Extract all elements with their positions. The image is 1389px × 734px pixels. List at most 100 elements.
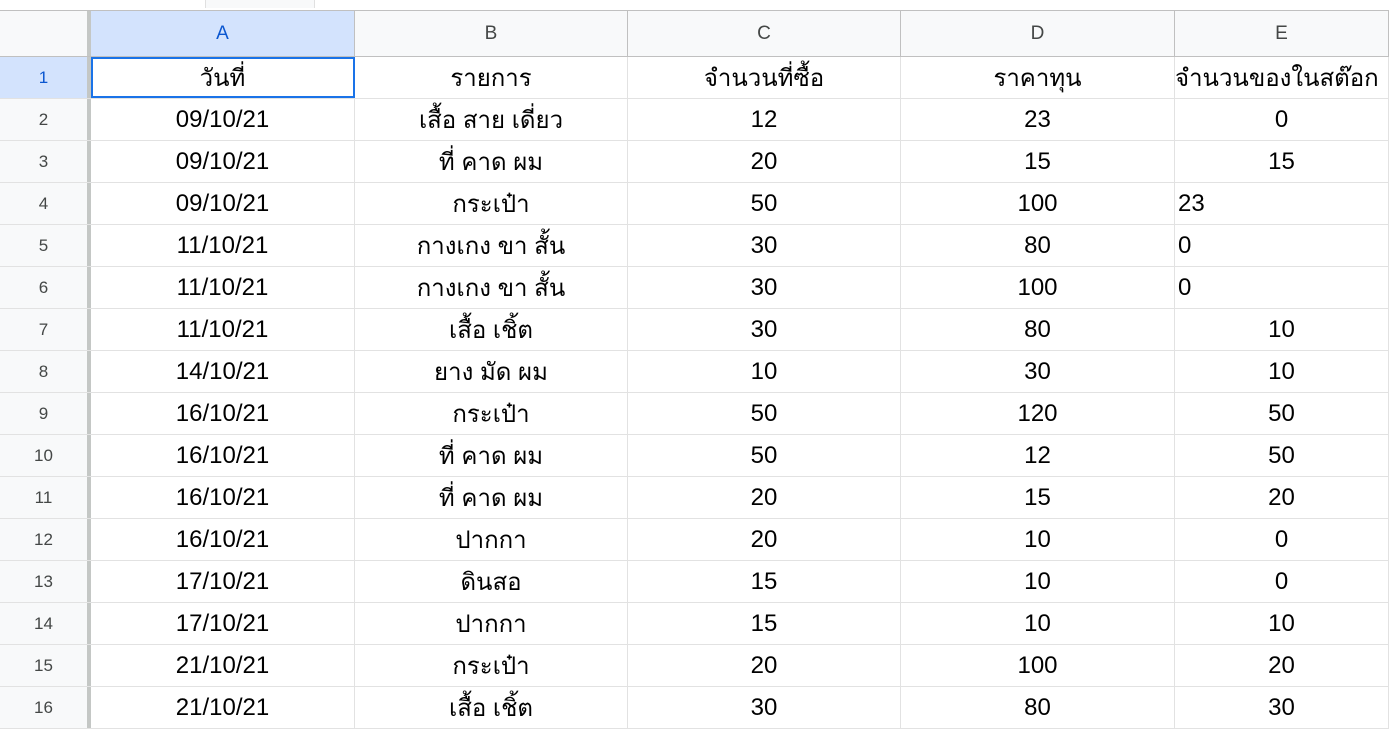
cell-b5[interactable]: กางเกง ขา สั้น <box>355 225 628 266</box>
row-header[interactable]: 9 <box>0 393 91 434</box>
cell-d16[interactable]: 80 <box>901 687 1175 728</box>
cell-c9[interactable]: 50 <box>628 393 901 434</box>
cell-d5[interactable]: 80 <box>901 225 1175 266</box>
cell-c14[interactable]: 15 <box>628 603 901 644</box>
cell-e10[interactable]: 50 <box>1175 435 1389 476</box>
cell-e3[interactable]: 15 <box>1175 141 1389 182</box>
cell-a6[interactable]: 11/10/21 <box>91 267 355 308</box>
cell-e5[interactable]: 0 <box>1175 225 1389 266</box>
cell-d15[interactable]: 100 <box>901 645 1175 686</box>
cell-a2[interactable]: 09/10/21 <box>91 99 355 140</box>
row-header[interactable]: 8 <box>0 351 91 392</box>
cell-e4[interactable]: 23 <box>1175 183 1389 224</box>
cell-d10[interactable]: 12 <box>901 435 1175 476</box>
row-header[interactable]: 7 <box>0 309 91 350</box>
cell-b15[interactable]: กระเป๋า <box>355 645 628 686</box>
cell-d4[interactable]: 100 <box>901 183 1175 224</box>
cell-c4[interactable]: 50 <box>628 183 901 224</box>
cell-c6[interactable]: 30 <box>628 267 901 308</box>
cell-e9[interactable]: 50 <box>1175 393 1389 434</box>
cell-a10[interactable]: 16/10/21 <box>91 435 355 476</box>
cell-e12[interactable]: 0 <box>1175 519 1389 560</box>
cell-e8[interactable]: 10 <box>1175 351 1389 392</box>
cell-e15[interactable]: 20 <box>1175 645 1389 686</box>
cell-e2[interactable]: 0 <box>1175 99 1389 140</box>
cell-a7[interactable]: 11/10/21 <box>91 309 355 350</box>
column-header-a[interactable]: A <box>91 11 355 56</box>
cell-a8[interactable]: 14/10/21 <box>91 351 355 392</box>
cell-e13[interactable]: 0 <box>1175 561 1389 602</box>
cell-b16[interactable]: เสื้อ เชิ้ต <box>355 687 628 728</box>
row-header[interactable]: 13 <box>0 561 91 602</box>
cell-e11[interactable]: 20 <box>1175 477 1389 518</box>
cell-a13[interactable]: 17/10/21 <box>91 561 355 602</box>
row-header[interactable]: 15 <box>0 645 91 686</box>
spreadsheet[interactable]: A B C D E 1 วันที่ รายการ จำนวนที่ซื้อ ราคาท… <box>0 0 1389 734</box>
cell-b4[interactable]: กระเป๋า <box>355 183 628 224</box>
cell-e6[interactable]: 0 <box>1175 267 1389 308</box>
row-header[interactable]: 2 <box>0 99 91 140</box>
cell-c12[interactable]: 20 <box>628 519 901 560</box>
cell-a14[interactable]: 17/10/21 <box>91 603 355 644</box>
cell-b6[interactable]: กางเกง ขา สั้น <box>355 267 628 308</box>
cell-a11[interactable]: 16/10/21 <box>91 477 355 518</box>
cell-c10[interactable]: 50 <box>628 435 901 476</box>
cell-b10[interactable]: ที่ คาด ผม <box>355 435 628 476</box>
column-header-e[interactable]: E <box>1175 11 1389 56</box>
row-header[interactable]: 16 <box>0 687 91 728</box>
cell-b12[interactable]: ปากกา <box>355 519 628 560</box>
cell-d1[interactable]: ราคาทุน <box>901 57 1175 98</box>
row-header[interactable]: 6 <box>0 267 91 308</box>
column-header-b[interactable]: B <box>355 11 628 56</box>
cell-c5[interactable]: 30 <box>628 225 901 266</box>
cell-b14[interactable]: ปากกา <box>355 603 628 644</box>
cell-e7[interactable]: 10 <box>1175 309 1389 350</box>
cell-b7[interactable]: เสื้อ เชิ้ต <box>355 309 628 350</box>
cell-b1[interactable]: รายการ <box>355 57 628 98</box>
cell-a5[interactable]: 11/10/21 <box>91 225 355 266</box>
cell-b3[interactable]: ที่ คาด ผม <box>355 141 628 182</box>
cell-d3[interactable]: 15 <box>901 141 1175 182</box>
cell-c8[interactable]: 10 <box>628 351 901 392</box>
cell-c7[interactable]: 30 <box>628 309 901 350</box>
cell-d8[interactable]: 30 <box>901 351 1175 392</box>
cell-d9[interactable]: 120 <box>901 393 1175 434</box>
select-all-corner[interactable] <box>0 11 91 56</box>
cell-c11[interactable]: 20 <box>628 477 901 518</box>
row-header[interactable]: 4 <box>0 183 91 224</box>
cell-a1[interactable]: วันที่ <box>91 57 355 98</box>
cell-b2[interactable]: เสื้อ สาย เดี่ยว <box>355 99 628 140</box>
cell-d14[interactable]: 10 <box>901 603 1175 644</box>
cell-c13[interactable]: 15 <box>628 561 901 602</box>
cell-a3[interactable]: 09/10/21 <box>91 141 355 182</box>
cell-b11[interactable]: ที่ คาด ผม <box>355 477 628 518</box>
toolbar-tab-stub[interactable] <box>205 0 315 8</box>
cell-c16[interactable]: 30 <box>628 687 901 728</box>
row-header[interactable]: 1 <box>0 57 91 98</box>
cell-d11[interactable]: 15 <box>901 477 1175 518</box>
cell-d6[interactable]: 100 <box>901 267 1175 308</box>
cell-c3[interactable]: 20 <box>628 141 901 182</box>
row-header[interactable]: 14 <box>0 603 91 644</box>
cell-e1[interactable]: จำนวนของในสต๊อก <box>1175 57 1389 98</box>
cell-d13[interactable]: 10 <box>901 561 1175 602</box>
row-header[interactable]: 3 <box>0 141 91 182</box>
cell-b9[interactable]: กระเป๋า <box>355 393 628 434</box>
cell-b13[interactable]: ดินสอ <box>355 561 628 602</box>
cell-a15[interactable]: 21/10/21 <box>91 645 355 686</box>
column-header-c[interactable]: C <box>628 11 901 56</box>
cell-a9[interactable]: 16/10/21 <box>91 393 355 434</box>
cell-c15[interactable]: 20 <box>628 645 901 686</box>
cell-d7[interactable]: 80 <box>901 309 1175 350</box>
cell-c2[interactable]: 12 <box>628 99 901 140</box>
cell-d12[interactable]: 10 <box>901 519 1175 560</box>
cell-e14[interactable]: 10 <box>1175 603 1389 644</box>
column-header-d[interactable]: D <box>901 11 1175 56</box>
cell-e16[interactable]: 30 <box>1175 687 1389 728</box>
row-header[interactable]: 12 <box>0 519 91 560</box>
cell-a12[interactable]: 16/10/21 <box>91 519 355 560</box>
row-header[interactable]: 11 <box>0 477 91 518</box>
cell-a4[interactable]: 09/10/21 <box>91 183 355 224</box>
cell-c1[interactable]: จำนวนที่ซื้อ <box>628 57 901 98</box>
row-header[interactable]: 5 <box>0 225 91 266</box>
